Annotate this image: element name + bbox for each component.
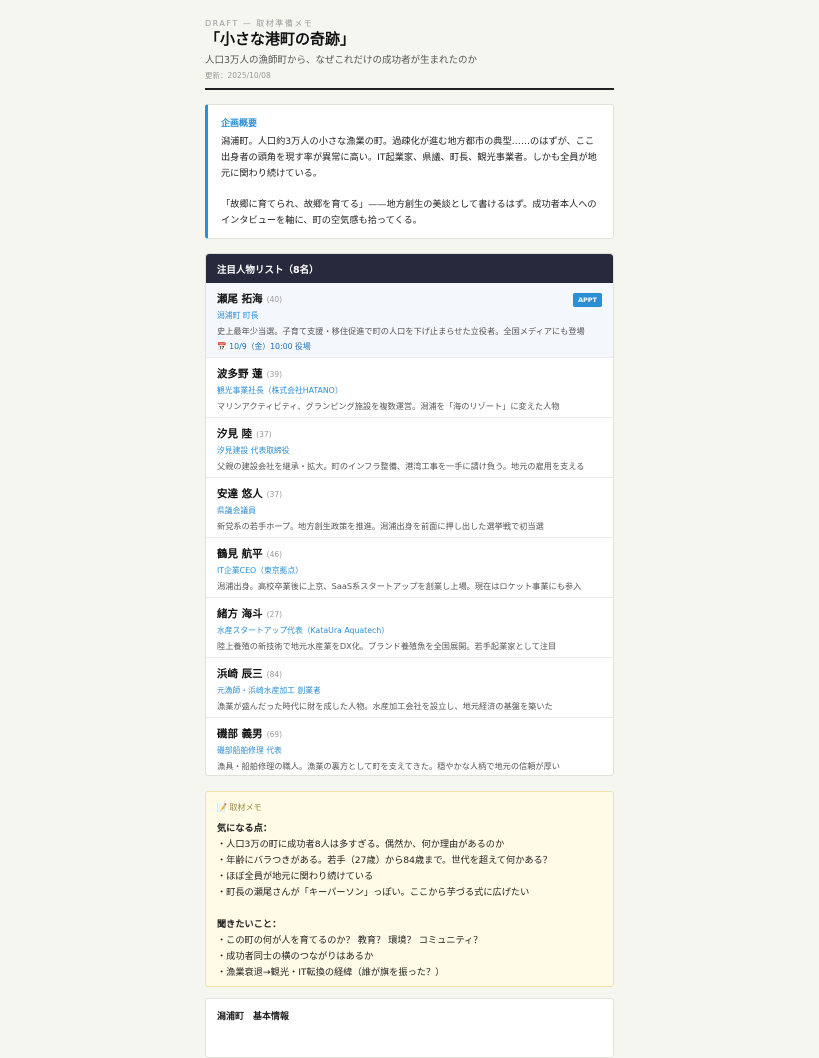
person-role: 汐見建設 代表取締役 (217, 446, 290, 455)
memo-item: ・ほぼ全員が地元に関わり続けている (217, 871, 374, 882)
people-list-card: 注目人物リスト（8名） 瀬尾 拓海 (40) 潟浦町 町長 史上最年少当選。子育て… (205, 253, 614, 776)
updated-date: 更新：2025/10/08 (205, 71, 271, 80)
person-name: 安達 悠人 (217, 488, 263, 500)
person-description: マリンアクティビティ、グランピング施設を複数運営。潟浦を「海のリゾート」に変えた… (217, 401, 560, 411)
person-description: 漁具・船舶修理の職人。漁業の裏方として町を支えてきた。穏やかな人柄で地元の信頼が… (217, 761, 560, 771)
appointment-info: 📅 10/9（金）10:00 役場 (217, 342, 311, 351)
person-name: 緒方 海斗 (217, 608, 263, 620)
person-age: (84) (266, 670, 283, 679)
person-age: (37) (266, 490, 283, 499)
header-divider (205, 88, 614, 90)
person-role: 磯部船舶修理 代表 (217, 746, 282, 755)
person-age: (46) (266, 550, 283, 559)
person-age: (39) (266, 370, 283, 379)
person-row[interactable]: 浜崎 辰三 (84) 元漁師・浜崎水産加工 創業者 漁業が盛んだった時代に財を成し… (206, 658, 613, 718)
person-role: 観光事業社長（株式会社HATANO） (217, 386, 343, 395)
memo-item: ・町長の瀬尾さんが「キーパーソン」っぽい。ここから芋づる式に広げたい (217, 887, 530, 898)
person-row[interactable]: 安達 悠人 (37) 県議会議員 新党系の若手ホープ。地方創生政策を推進。潟浦出身… (206, 478, 613, 538)
memo-item: ・人口3万の町に成功者8人は多すぎる。偶然か、何か理由があるのか (217, 839, 505, 850)
person-row[interactable]: 波多野 蓮 (39) 観光事業社長（株式会社HATANO） マリンアクティビティ、… (206, 358, 613, 418)
page-subtitle: 人口3万人の漁師町から、なぜこれだけの成功者が生まれたのか (205, 55, 478, 66)
person-description: 新党系の若手ホープ。地方創生政策を推進。潟浦出身を前面に押し出した選挙戦で初当選 (217, 521, 544, 531)
person-role: 水産スタートアップ代表（KataUra Aquatech） (217, 626, 390, 635)
person-row[interactable]: 汐見 陸 (37) 汐見建設 代表取締役 父親の建設会社を継承・拡大。町のインフラ… (206, 418, 613, 478)
overview-label: 企画概要 (221, 119, 258, 129)
person-age: (69) (266, 730, 283, 739)
person-age: (27) (266, 610, 283, 619)
person-role: 県議会議員 (217, 506, 256, 515)
person-description: 史上最年少当選。子育て支援・移住促進で町の人口を下げ止まらせた立役者。全国メディ… (217, 326, 585, 336)
person-role: 元漁師・浜崎水産加工 創業者 (217, 686, 321, 695)
person-age: (40) (266, 295, 283, 304)
overview-card: 企画概要 潟浦町。人口約3万人の小さな漁業の町。過疎化が進む地方都市の典型……の… (205, 104, 614, 239)
overview-paragraph-2: 「故郷に育てられ、故郷を育てる」——地方創生の美談として書けるはず。成功者本人へ… (221, 199, 597, 226)
overview-paragraph-1: 潟浦町。人口約3万人の小さな漁業の町。過疎化が進む地方都市の典型……のはずが、こ… (221, 136, 597, 179)
person-description: 陸上養殖の新技術で地元水産業をDX化。ブランド養殖魚を全国展開。若手起業家として… (217, 641, 557, 651)
person-row[interactable]: 鶴見 航平 (46) IT企業CEO（東京拠点） 潟浦出身。高校卒業後に上京、Sa… (206, 538, 613, 598)
person-name: 瀬尾 拓海 (217, 293, 263, 305)
person-row[interactable]: 緒方 海斗 (27) 水産スタートアップ代表（KataUra Aquatech） … (206, 598, 613, 658)
person-row[interactable]: 瀬尾 拓海 (40) 潟浦町 町長 史上最年少当選。子育て支援・移住促進で町の人口… (206, 283, 613, 358)
basic-info-title: 潟浦町 基本情報 (217, 1012, 290, 1022)
memo-item: ・漁業衰退→観光・IT転換の経緯（誰が旗を振った？） (217, 967, 445, 978)
memo-heading-questions: 聞きたいこと： (217, 919, 282, 930)
memo-heading-concerns: 気になる点： (217, 823, 273, 834)
person-name: 磯部 義男 (217, 728, 263, 740)
page-title: 「小さな港町の奇跡」 (205, 30, 356, 48)
person-description: 潟浦出身。高校卒業後に上京、SaaS系スタートアップを創業し上場。現在はロケット… (217, 581, 582, 591)
memo-spacer (217, 901, 602, 917)
person-name: 鶴見 航平 (217, 548, 263, 560)
memo-item: ・この町の何が人を育てるのか？ 教育？ 環境？ コミュニティ？ (217, 935, 483, 946)
interview-memo-card: 📝 取材メモ 気になる点： ・人口3万の町に成功者8人は多すぎる。偶然か、何か理… (205, 791, 614, 987)
person-name: 浜崎 辰三 (217, 668, 263, 680)
person-row[interactable]: 磯部 義男 (69) 磯部船舶修理 代表 漁具・船舶修理の職人。漁業の裏方として町… (206, 718, 613, 775)
memo-item: ・年齢にバラつきがある。若手（27歳）から84歳まで。世代を超えて何かある？ (217, 855, 552, 866)
person-age: (37) (256, 430, 272, 439)
person-name: 波多野 蓮 (217, 368, 263, 380)
person-description: 父親の建設会社を継承・拡大。町のインフラ整備、港湾工事を一手に請け負う。地元の雇… (217, 461, 585, 471)
person-description: 漁業が盛んだった時代に財を成した人物。水産加工会社を設立し、地元経済の基盤を築い… (217, 701, 553, 711)
memo-item: ・成功者同士の横のつながりはあるか (217, 951, 374, 962)
basic-info-card: 潟浦町 基本情報 (205, 998, 614, 1058)
person-name: 汐見 陸 (217, 428, 253, 440)
person-role: 潟浦町 町長 (217, 311, 259, 320)
person-role: IT企業CEO（東京拠点） (217, 566, 303, 575)
people-list-header: 注目人物リスト（8名） (206, 254, 613, 283)
memo-label: 📝 取材メモ (217, 803, 262, 812)
appt-badge: APPT (573, 293, 602, 307)
